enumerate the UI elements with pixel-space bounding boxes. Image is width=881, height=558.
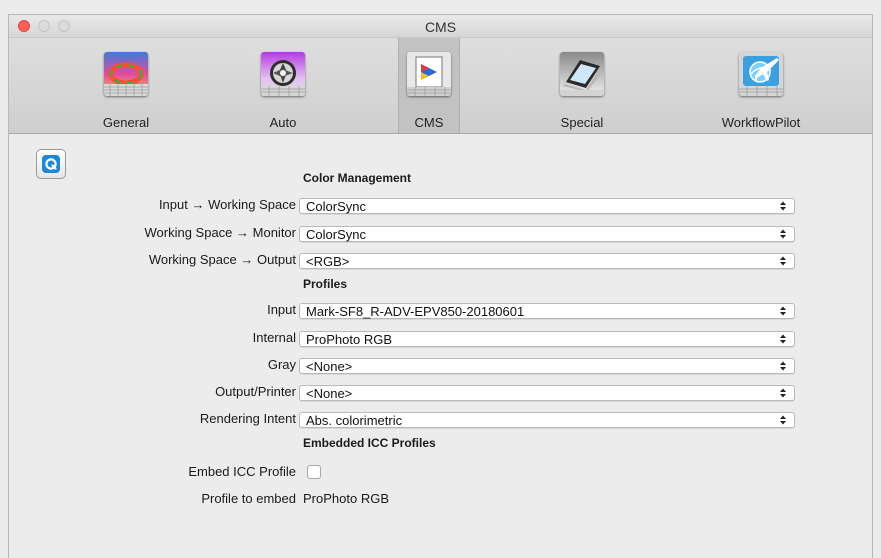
popup-arrows-icon (780, 388, 786, 398)
input-to-working-popup[interactable]: ColorSync (299, 198, 795, 214)
rendering-intent-popup[interactable]: Abs. colorimetric (299, 412, 795, 428)
gray-profile-label: Gray (267, 357, 296, 372)
help-button[interactable] (36, 149, 66, 179)
input-to-working-value: ColorSync (306, 199, 366, 214)
input-profile-value: Mark-SF8_R-ADV-EPV850-20180601 (306, 304, 525, 319)
tab-cms-label: CMS (414, 115, 444, 130)
input-to-working-label: Input → Working Space (158, 197, 296, 212)
popup-arrows-icon (780, 361, 786, 371)
popup-arrows-icon (780, 201, 786, 211)
preferences-toolbar: General Auto CMS Special WorkflowPilot (9, 38, 872, 134)
input-profile-label: Input (267, 302, 296, 317)
popup-arrows-icon (780, 415, 786, 425)
gray-profile-value: <None> (306, 359, 353, 374)
tab-auto-label: Auto (269, 115, 297, 130)
gray-profile-popup[interactable]: <None> (299, 358, 795, 374)
embed-icc-label: Embed ICC Profile (188, 464, 296, 479)
working-to-monitor-popup[interactable]: ColorSync (299, 226, 795, 242)
section-profiles: Profiles (303, 277, 348, 291)
output-printer-value: <None> (306, 386, 353, 401)
working-to-output-popup[interactable]: <RGB> (299, 253, 795, 269)
profile-to-embed-value: ProPhoto RGB (303, 491, 389, 506)
tab-special-label: Special (560, 115, 604, 130)
internal-profile-label: Internal (252, 330, 296, 345)
section-color-management: Color Management (303, 171, 412, 185)
output-printer-popup[interactable]: <None> (299, 385, 795, 401)
tab-workflowpilot-label: WorkflowPilot (721, 115, 801, 130)
section-embedded-icc: Embedded ICC Profiles (303, 436, 436, 450)
color-wheel-icon (104, 52, 148, 96)
embed-icc-checkbox[interactable] (307, 465, 321, 479)
popup-arrows-icon (780, 334, 786, 344)
color-profile-icon (407, 52, 451, 96)
tab-general-label: General (102, 115, 150, 130)
popup-arrows-icon (780, 256, 786, 266)
aperture-icon (261, 52, 305, 96)
tab-workflowpilot[interactable]: WorkflowPilot (721, 38, 801, 133)
internal-profile-popup[interactable]: ProPhoto RGB (299, 331, 795, 347)
rendering-intent-label: Rendering Intent (199, 411, 296, 426)
working-to-output-value: <RGB> (306, 254, 350, 269)
tab-special[interactable]: Special (542, 38, 622, 133)
profile-to-embed-label: Profile to embed (201, 491, 296, 506)
popup-arrows-icon (780, 229, 786, 239)
cms-window: CMS General Auto CMS Special WorkflowPil… (8, 14, 873, 558)
internal-profile-value: ProPhoto RGB (306, 332, 392, 347)
tab-general[interactable]: General (86, 38, 166, 133)
airplane-globe-icon (739, 52, 783, 96)
cms-pane: Color Management Input → Working Space C… (9, 134, 872, 558)
window-title: CMS (424, 19, 457, 35)
title-bar[interactable]: CMS (9, 15, 872, 38)
working-to-monitor-label: Working Space → Monitor (144, 225, 297, 240)
tab-auto[interactable]: Auto (243, 38, 323, 133)
output-printer-label: Output/Printer (215, 384, 296, 399)
tab-cms[interactable]: CMS (398, 38, 460, 133)
popup-arrows-icon (780, 306, 786, 316)
working-to-monitor-value: ColorSync (306, 227, 366, 242)
scanner-icon (560, 52, 604, 96)
help-q-icon (42, 155, 60, 173)
input-profile-popup[interactable]: Mark-SF8_R-ADV-EPV850-20180601 (299, 303, 795, 319)
rendering-intent-value: Abs. colorimetric (306, 413, 403, 428)
working-to-output-label: Working Space → Output (148, 252, 296, 267)
